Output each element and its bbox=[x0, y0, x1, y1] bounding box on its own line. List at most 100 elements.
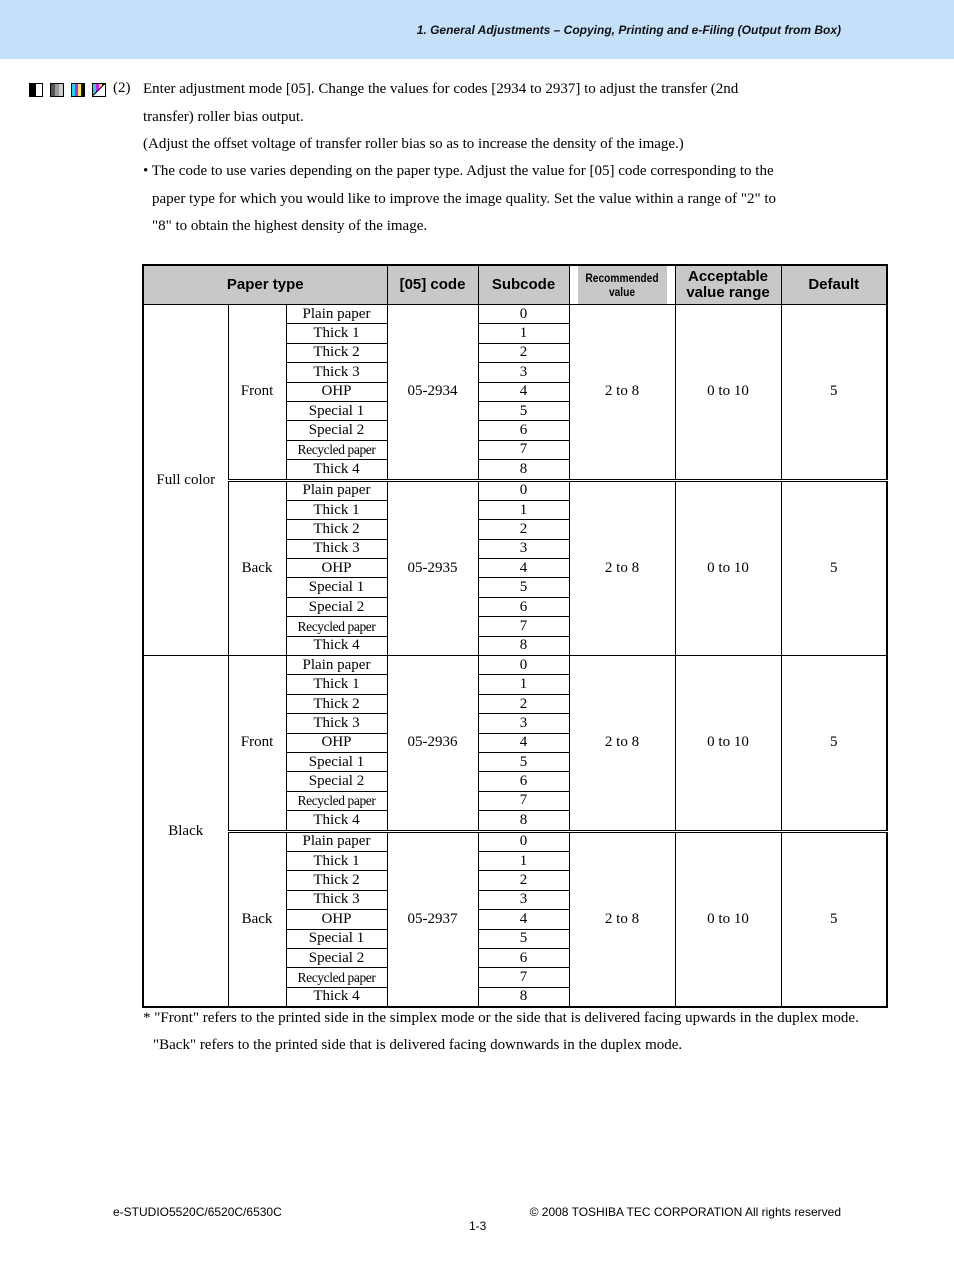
table-row: Back Plain paper 05-2937 0 2 to 80 to 10 5 bbox=[143, 829, 888, 1008]
page-number: 1-3 bbox=[469, 1219, 487, 1233]
subcode-cell: 6 bbox=[477, 596, 570, 618]
paper-type-cell: Thick 3 bbox=[285, 538, 388, 560]
full-color-mode-icon bbox=[92, 83, 106, 97]
paper-type-cell: Thick 3 bbox=[285, 362, 388, 383]
code-cell: 05-2937 bbox=[386, 829, 479, 1008]
paper-type-cell: Special 2 bbox=[285, 420, 388, 441]
subcode-cell: 1 bbox=[477, 323, 570, 344]
default-cell: 5 bbox=[780, 304, 888, 481]
side-cell: Front bbox=[227, 655, 287, 832]
header-acceptable: Acceptable value range bbox=[674, 264, 782, 305]
paper-type-cell: OHP bbox=[285, 732, 388, 753]
footer-copyright: © 2008 TOSHIBA TEC CORPORATION All right… bbox=[529, 1205, 841, 1219]
header-default: Default bbox=[780, 264, 888, 305]
color-mode-cell: Black bbox=[142, 655, 229, 1008]
paper-type-cell: Thick 3 bbox=[285, 713, 388, 734]
paper-type-cell: Plain paper bbox=[285, 478, 388, 501]
range-cell: 0 to 10 bbox=[674, 829, 782, 1008]
subcode-cell: 4 bbox=[477, 381, 570, 402]
paper-type-cell: Thick 3 bbox=[285, 889, 388, 911]
header-code: [05] code bbox=[386, 264, 479, 305]
code-cell: 05-2936 bbox=[386, 655, 479, 832]
paper-type-cell: OHP bbox=[285, 558, 388, 579]
default-cell: 5 bbox=[780, 829, 888, 1008]
paper-type-cell: Special 2 bbox=[285, 771, 388, 792]
paper-type-cell: Thick 1 bbox=[285, 850, 388, 872]
color-mode-cell: Full color bbox=[142, 303, 229, 657]
subcode-cell: 4 bbox=[477, 909, 570, 930]
paper-type-cell: Special 1 bbox=[285, 751, 388, 773]
recommended-cell: 2 to 8 bbox=[568, 655, 676, 832]
paper-type-cell: Thick 2 bbox=[285, 870, 388, 891]
step-instructions: Enter adjustment mode [05]. Change the v… bbox=[143, 76, 738, 159]
paper-type-cell: Thick 4 bbox=[285, 810, 388, 832]
subcode-cell: 0 bbox=[477, 303, 570, 325]
paper-type-cell: Plain paper bbox=[285, 655, 388, 676]
bullet-line: paper type for which you would like to i… bbox=[152, 190, 777, 207]
color-mode-icons bbox=[29, 83, 106, 97]
section-title: 1. General Adjustments – Copying, Printi… bbox=[416, 23, 841, 37]
instruction-line: transfer) roller bias output. bbox=[143, 108, 304, 125]
paper-type-cell: OHP bbox=[285, 909, 388, 930]
subcode-cell: 5 bbox=[477, 400, 570, 422]
subcode-cell: 8 bbox=[477, 459, 570, 481]
code-cell: 05-2935 bbox=[386, 478, 479, 657]
footnote-back: "Back" refers to the printed side that i… bbox=[153, 1037, 683, 1053]
subcode-cell: 7 bbox=[477, 439, 570, 461]
paper-type-cell: OHP bbox=[285, 381, 388, 402]
paper-type-cell: Thick 4 bbox=[285, 986, 388, 1008]
default-cell: 5 bbox=[780, 655, 888, 832]
subcode-cell: 0 bbox=[477, 655, 570, 676]
subcode-cell: 4 bbox=[477, 732, 570, 753]
table-header-row: Paper type [05] code Subcode Recommended… bbox=[142, 264, 888, 305]
subcode-cell: 2 bbox=[477, 693, 570, 715]
subcode-cell: 7 bbox=[477, 967, 570, 988]
paper-type-cell: Special 1 bbox=[285, 577, 388, 598]
default-cell: 5 bbox=[780, 478, 888, 657]
paper-type-cell: Thick 2 bbox=[285, 693, 388, 715]
paper-type-cell: Plain paper bbox=[285, 829, 388, 852]
transfer-bias-table: Paper type [05] code Subcode Recommended… bbox=[142, 264, 889, 1009]
subcode-cell: 6 bbox=[477, 771, 570, 792]
paper-type-cell: Recycled paper bbox=[285, 790, 388, 812]
header-recommended: Recommended value bbox=[576, 264, 668, 305]
paper-type-cell: Special 1 bbox=[285, 400, 388, 422]
footnote-front: * "Front" refers to the printed side in … bbox=[143, 1010, 859, 1026]
subcode-cell: 1 bbox=[477, 499, 570, 521]
subcode-cell: 8 bbox=[477, 635, 570, 657]
subcode-cell: 6 bbox=[477, 420, 570, 441]
side-cell: Back bbox=[227, 829, 287, 1008]
step-number: (2) bbox=[113, 80, 131, 96]
paper-type-cell: Recycled paper bbox=[285, 439, 388, 461]
subcode-cell: 3 bbox=[477, 889, 570, 911]
grayscale-mode-icon bbox=[50, 83, 64, 97]
header-band: 1. General Adjustments – Copying, Printi… bbox=[0, 0, 954, 59]
paper-type-cell: Thick 1 bbox=[285, 674, 388, 695]
recommended-cell: 2 to 8 bbox=[568, 304, 676, 481]
header-paper-type: Paper type bbox=[142, 264, 388, 305]
table-row: Full color Front Plain paper 05-2934 0 2 to 8… bbox=[142, 303, 888, 657]
paper-type-cell: Thick 2 bbox=[285, 342, 388, 364]
paper-type-cell: Recycled paper bbox=[285, 616, 388, 637]
footer-model: e-STUDIO5520C/6520C/6530C bbox=[113, 1205, 282, 1219]
subcode-cell: 0 bbox=[477, 829, 570, 852]
subcode-cell: 3 bbox=[477, 362, 570, 383]
bullet-note: • The code to use varies depending on th… bbox=[143, 158, 776, 241]
bullet-line: "8" to obtain the highest density of the… bbox=[152, 218, 428, 234]
paper-type-cell: Thick 2 bbox=[285, 519, 388, 540]
subcode-cell: 8 bbox=[477, 810, 570, 832]
subcode-cell: 6 bbox=[477, 947, 570, 969]
paper-type-cell: Special 2 bbox=[285, 947, 388, 969]
subcode-cell: 5 bbox=[477, 928, 570, 949]
paper-type-cell: Special 1 bbox=[285, 928, 388, 949]
paper-type-cell: Thick 4 bbox=[285, 635, 388, 657]
subcode-cell: 8 bbox=[477, 986, 570, 1008]
paper-type-cell: Thick 1 bbox=[285, 499, 388, 521]
instruction-line: (Adjust the offset voltage of transfer r… bbox=[143, 136, 684, 152]
paper-type-cell: Plain paper bbox=[285, 303, 388, 325]
black-white-mode-icon bbox=[29, 83, 43, 97]
subcode-cell: 3 bbox=[477, 713, 570, 734]
subcode-cell: 0 bbox=[477, 478, 570, 501]
subcode-cell: 3 bbox=[477, 538, 570, 560]
subcode-cell: 4 bbox=[477, 558, 570, 579]
